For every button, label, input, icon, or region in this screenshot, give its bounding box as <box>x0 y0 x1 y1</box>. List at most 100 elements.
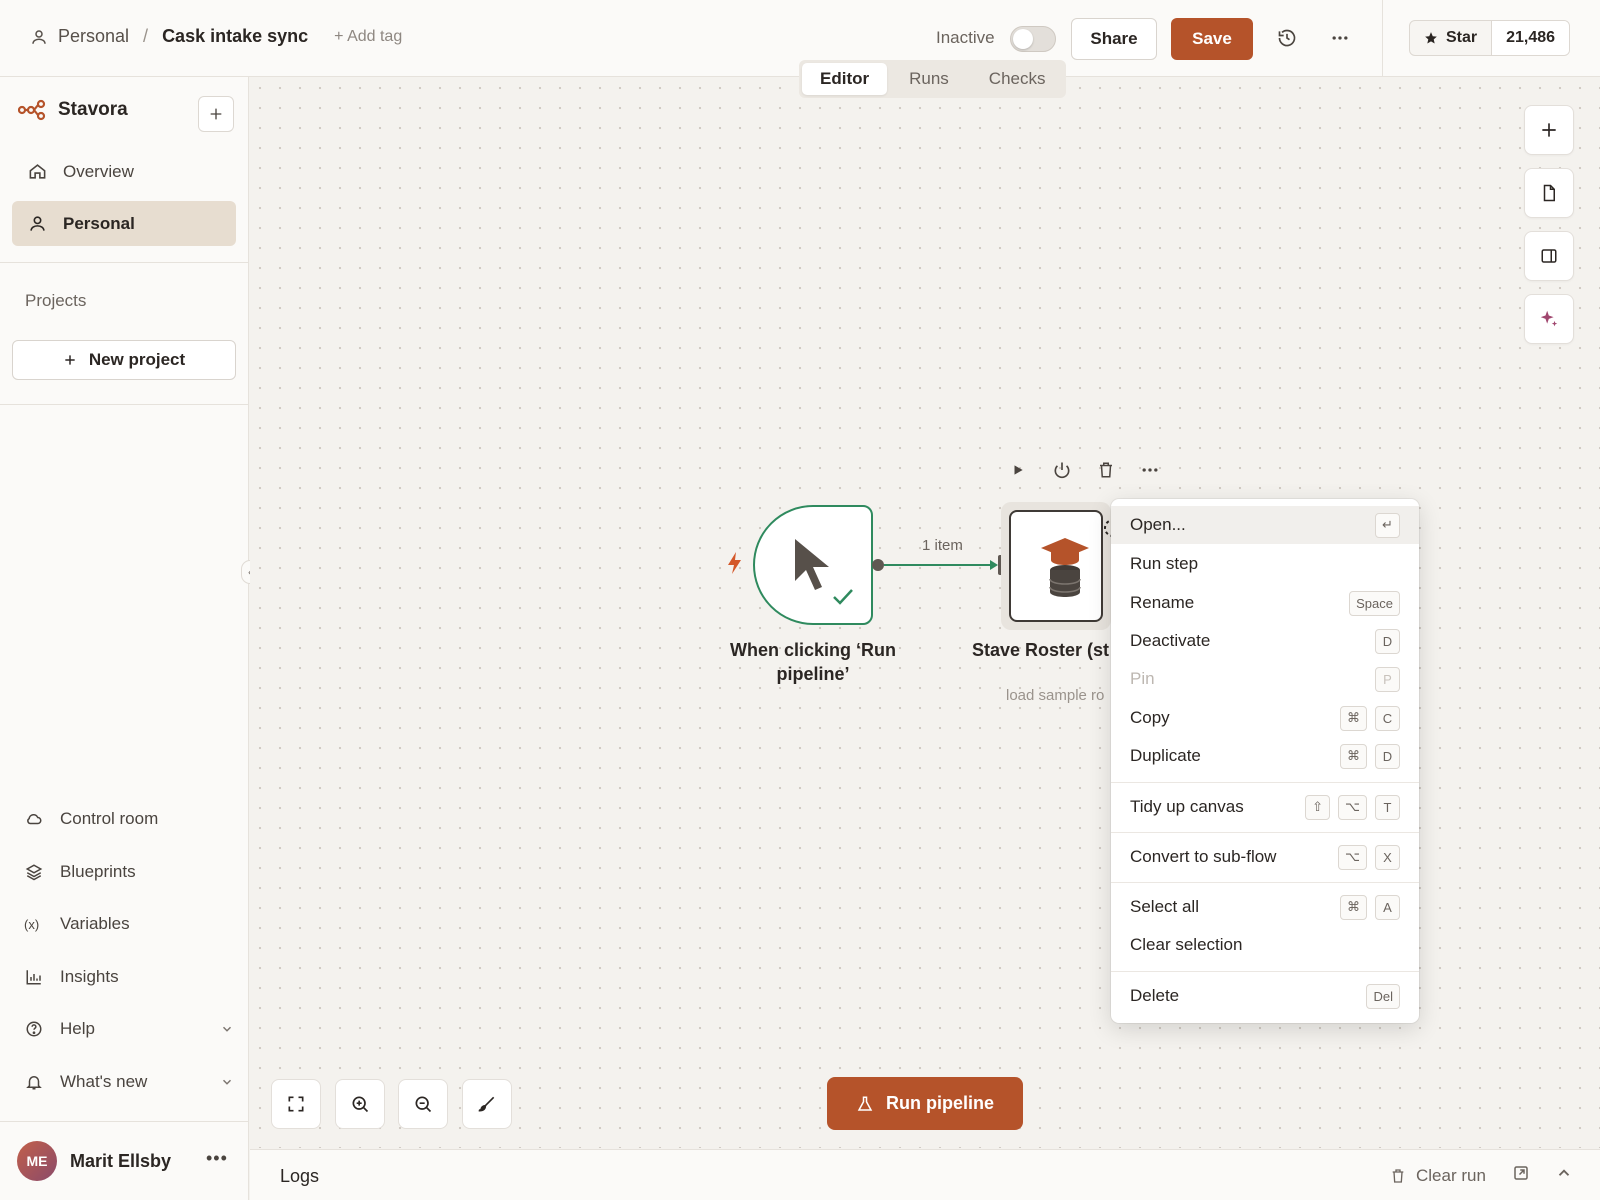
menu-item-label: Deactivate <box>1130 631 1211 650</box>
sidebar-item-label: Blueprints <box>60 862 136 881</box>
zoom-in-button[interactable] <box>335 1079 385 1129</box>
sidebar-item-control-room[interactable]: Control room <box>24 804 234 834</box>
roster-db-icon <box>1041 538 1089 597</box>
plus-icon <box>1542 123 1556 137</box>
sidebar-item-label: Overview <box>63 161 134 181</box>
bell-icon <box>26 1076 42 1090</box>
check-icon <box>833 589 853 605</box>
menu-item-convert-subflow[interactable]: Convert to sub-flow ⌥ X <box>1111 838 1419 876</box>
tab-editor[interactable]: Editor <box>802 63 888 95</box>
more-options-icon[interactable] <box>1325 23 1355 53</box>
shortcut-key: ⇧ <box>1305 794 1331 820</box>
sidebar-item-label: Personal <box>63 213 135 233</box>
menu-item-pin: Pin P <box>1111 660 1419 698</box>
node-more-icon[interactable] <box>1140 460 1160 480</box>
sidebar-item-personal[interactable]: Personal <box>12 201 236 246</box>
sticky-note-button[interactable] <box>1524 168 1574 218</box>
power-icon[interactable] <box>1052 460 1072 480</box>
new-project-button[interactable]: New project <box>12 340 236 380</box>
workflow-title[interactable]: Cask intake sync <box>162 26 308 47</box>
action-node-label: Stave Roster (st <box>972 640 1110 660</box>
active-toggle[interactable] <box>1010 26 1056 52</box>
toggle-knob <box>1013 29 1033 49</box>
sidebar-item-insights[interactable]: Insights <box>24 962 234 992</box>
sidebar-item-blueprints[interactable]: Blueprints <box>24 857 234 887</box>
sidebar-divider <box>0 404 249 405</box>
sidebar-item-label: Help <box>60 1019 95 1038</box>
status-label: Inactive <box>936 28 995 47</box>
menu-item-select-all[interactable]: Select all ⌘ A <box>1111 888 1419 926</box>
sidebar-item-variables[interactable]: (x) Variables <box>24 909 234 939</box>
play-icon[interactable] <box>1008 460 1028 480</box>
tab-runs[interactable]: Runs <box>891 63 967 95</box>
menu-item-open[interactable]: Open... ↵ <box>1111 506 1419 544</box>
plus-icon <box>65 355 75 365</box>
logs-bar: Logs Clear run <box>250 1149 1600 1200</box>
toggle-panel-button[interactable] <box>1524 231 1574 281</box>
shortcut-key: ↵ <box>1375 512 1400 538</box>
open-external-icon[interactable] <box>1512 1164 1530 1187</box>
menu-separator <box>1111 971 1419 972</box>
create-button[interactable] <box>198 96 234 132</box>
shortcut-key: Del <box>1366 983 1400 1009</box>
menu-item-duplicate[interactable]: Duplicate ⌘ D <box>1111 737 1419 775</box>
history-icon[interactable] <box>1272 23 1302 53</box>
user-icon <box>32 29 46 44</box>
trigger-node[interactable] <box>753 505 873 625</box>
star-label: Star <box>1446 29 1478 46</box>
cursor-icon <box>795 539 829 590</box>
shortcut-key: ⌘ <box>1340 705 1367 731</box>
run-pipeline-button[interactable]: Run pipeline <box>827 1077 1023 1130</box>
logo-icon <box>18 99 46 121</box>
zoom-out-button[interactable] <box>398 1079 448 1129</box>
menu-item-delete[interactable]: Delete Del <box>1111 977 1419 1015</box>
sidebar-item-help[interactable]: Help <box>24 1014 234 1044</box>
sidebar-item-whats-new[interactable]: What's new <box>24 1067 234 1097</box>
clear-run-button[interactable]: Clear run <box>1390 1166 1486 1186</box>
user-more-icon[interactable]: ••• <box>206 1148 228 1169</box>
shortcut-key: X <box>1375 844 1400 870</box>
ai-assistant-button[interactable] <box>1524 294 1574 344</box>
menu-item-rename[interactable]: Rename Space <box>1111 584 1419 622</box>
chevron-up-icon[interactable] <box>1555 1164 1573 1187</box>
shortcut-key: ⌘ <box>1340 743 1367 769</box>
logs-label[interactable]: Logs <box>280 1166 319 1187</box>
menu-item-clear-selection[interactable]: Clear selection <box>1111 926 1419 964</box>
fit-view-button[interactable] <box>271 1079 321 1129</box>
action-node-subtitle: load sample ro <box>1006 687 1105 704</box>
help-circle-icon <box>26 1021 42 1037</box>
trash-icon[interactable] <box>1096 460 1116 480</box>
chevron-down-icon <box>222 1026 232 1032</box>
menu-item-label: Delete <box>1130 986 1180 1005</box>
add-node-button[interactable] <box>1524 105 1574 155</box>
menu-item-label: Pin <box>1130 669 1155 688</box>
breadcrumb-root[interactable]: Personal <box>30 26 129 47</box>
menu-item-label: Clear selection <box>1130 935 1243 954</box>
share-button[interactable]: Share <box>1071 18 1157 60</box>
shortcut-key: D <box>1375 743 1400 769</box>
save-button[interactable]: Save <box>1171 18 1253 60</box>
menu-item-run-step[interactable]: Run step <box>1111 545 1419 583</box>
home-icon <box>29 164 46 179</box>
tab-checks[interactable]: Checks <box>971 63 1064 95</box>
menu-item-tidy-up[interactable]: Tidy up canvas ⇧ ⌥ T <box>1111 788 1419 826</box>
view-tabs: Editor Runs Checks <box>799 60 1067 98</box>
trigger-bolt-icon <box>727 552 743 580</box>
menu-item-deactivate[interactable]: Deactivate D <box>1111 622 1419 660</box>
tidy-up-button[interactable] <box>462 1079 512 1129</box>
menu-item-copy[interactable]: Copy ⌘ C <box>1111 699 1419 737</box>
variable-icon: (x) <box>24 916 40 932</box>
user-name: Marit Ellsby <box>70 1151 172 1171</box>
shortcut-key: ⌘ <box>1340 894 1367 920</box>
menu-separator <box>1111 882 1419 883</box>
layers-icon <box>25 864 43 881</box>
action-node[interactable] <box>1001 502 1122 630</box>
add-tag-button[interactable]: + Add tag <box>334 28 402 46</box>
sidebar-item-overview[interactable]: Overview <box>12 149 236 194</box>
star-button[interactable]: Star <box>1410 21 1493 55</box>
brand[interactable]: Stavora <box>18 99 128 121</box>
trash-icon <box>1392 1169 1404 1183</box>
user-profile[interactable]: ME Marit Ellsby ••• <box>0 1121 249 1200</box>
sidebar-item-label: Insights <box>60 967 119 986</box>
star-widget[interactable]: Star 21,486 <box>1409 20 1571 56</box>
